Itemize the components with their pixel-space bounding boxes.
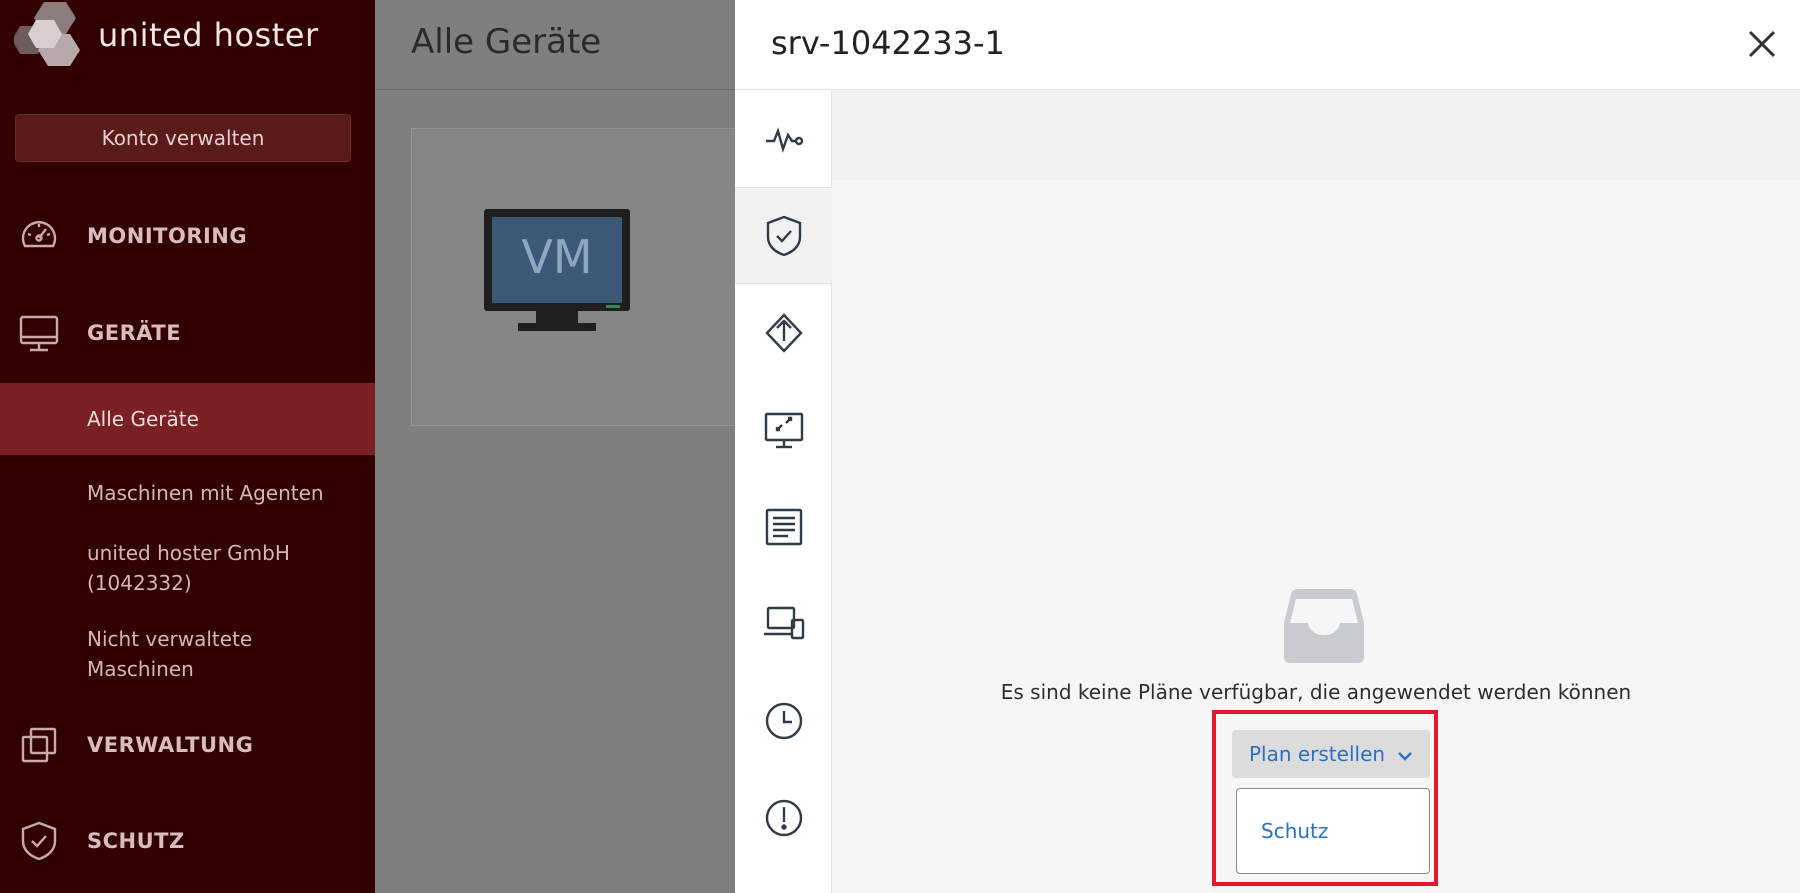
close-icon [1748,30,1776,58]
sidebar-item-nicht-verwaltete-maschinen[interactable]: Nicht verwaltete Maschinen [0,621,375,687]
create-plan-label: Plan erstellen [1248,742,1386,766]
sidebar-item-label: united hoster GmbH (1042332) [87,541,290,595]
empty-state-message: Es sind keine Pläne verfügbar, die angew… [1000,680,1632,704]
tab-activity[interactable] [735,90,832,187]
tab-remote-desktop[interactable] [735,381,832,478]
nav-schutz[interactable]: SCHUTZ [0,806,375,876]
panel-content: Es sind keine Pläne verfügbar, die angew… [832,90,1800,893]
sidebar-item-maschinen-mit-agenten[interactable]: Maschinen mit Agenten [0,463,375,523]
panel-tab-rail [735,90,832,893]
tab-alerts[interactable] [735,769,832,866]
copy-icon [15,721,63,769]
nav-monitoring[interactable]: MONITORING [0,201,375,271]
recovery-icon [764,312,803,353]
dropdown-item-schutz[interactable]: Schutz [1237,789,1429,873]
chevron-down-icon [1397,742,1413,766]
nav-geraete[interactable]: GERÄTE [0,298,375,368]
panel-header: srv-1042233-1 [735,0,1800,90]
shield-icon [15,817,63,865]
device-detail-panel: srv-1042233-1 Es sind keine Pläne verfüg… [735,0,1800,893]
create-plan-button[interactable]: Plan erstellen [1232,730,1430,778]
sidebar-item-label: Maschinen mit Agenten [87,481,324,505]
create-plan-dropdown: Schutz [1236,788,1430,874]
manage-account-button[interactable]: Konto verwalten [15,114,351,162]
tab-report[interactable] [735,478,832,575]
tab-protection[interactable] [735,187,832,284]
sidebar: united hoster Konto verwalten MONITORING… [0,0,375,893]
activity-icon [765,126,803,153]
tab-history[interactable] [735,672,832,769]
logo-mark-icon [12,0,92,70]
remote-desktop-icon [764,412,803,448]
nav-verwaltung[interactable]: VERWALTUNG [0,710,375,780]
loading-placeholder [832,90,1800,180]
brand-logo[interactable]: united hoster [12,0,319,70]
shield-check-icon [766,215,801,256]
monitor-icon [15,309,63,357]
sidebar-item-label: Alle Geräte [87,407,199,431]
speedometer-icon [15,212,63,260]
vm-monitor-icon: VM [484,209,630,339]
clock-icon [765,702,802,739]
tab-devices[interactable] [735,575,832,672]
devices-icon [763,606,804,639]
vm-label: VM [521,230,592,284]
close-button[interactable] [1740,22,1784,66]
panel-title: srv-1042233-1 [771,24,1005,62]
report-icon [765,508,802,545]
tab-recovery[interactable] [735,284,832,381]
nav-geraete-label: GERÄTE [87,321,182,345]
nav-schutz-label: SCHUTZ [87,829,185,853]
nav-verwaltung-label: VERWALTUNG [87,733,254,757]
sidebar-item-label: Nicht verwaltete Maschinen [87,627,253,681]
sidebar-item-alle-geraete[interactable]: Alle Geräte [0,383,375,455]
page-title: Alle Geräte [411,22,602,62]
brand-name: united hoster [98,16,319,54]
nav-monitoring-label: MONITORING [87,224,248,248]
inbox-icon [1282,585,1366,665]
alert-icon [765,799,802,836]
sidebar-item-united-hoster-gmbh[interactable]: united hoster GmbH (1042332) [0,536,375,600]
